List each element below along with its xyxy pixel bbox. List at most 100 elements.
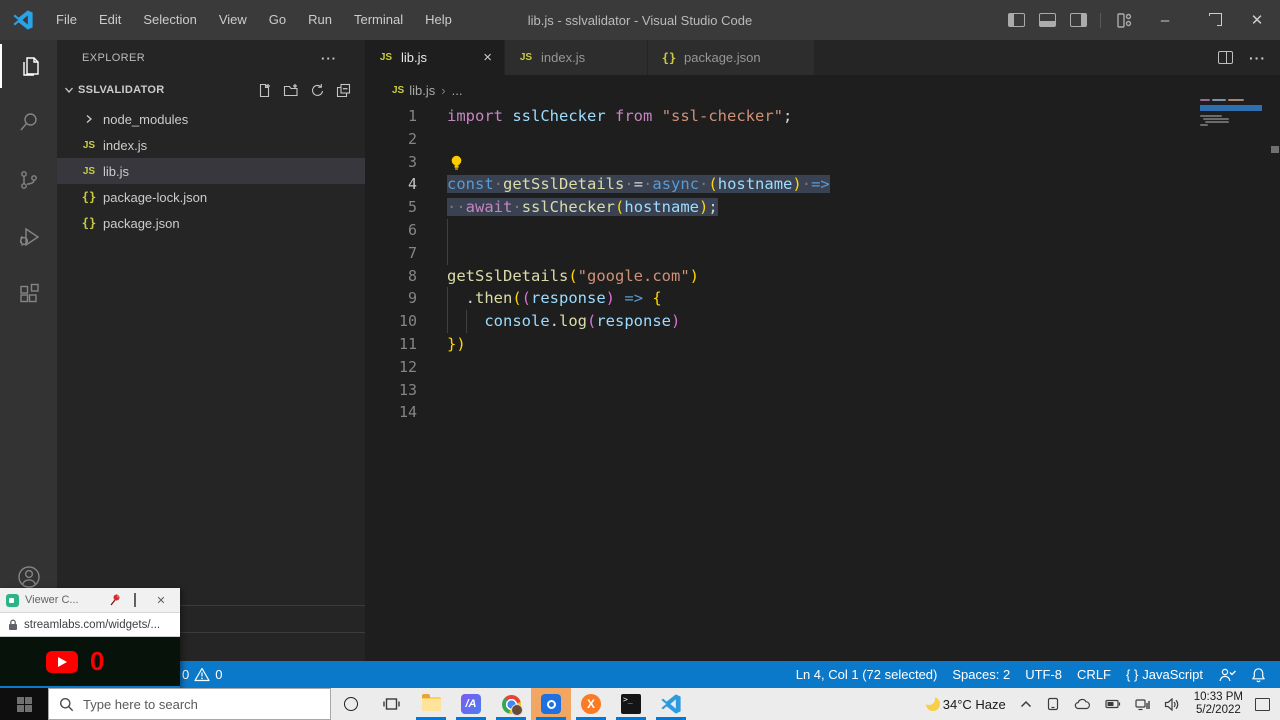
lightbulb-icon[interactable] [450,155,463,171]
cursor-position[interactable]: Ln 4, Col 1 (72 selected) [796,667,938,682]
refresh-icon[interactable] [310,83,325,98]
tab-label: package.json [684,50,761,65]
code-line[interactable]: 8getSslDetails("google.com") [365,265,1280,288]
file-label: package-lock.json [103,190,207,205]
new-folder-icon[interactable] [283,83,299,98]
viewer-close-icon[interactable]: ✕ [148,594,174,607]
warning-count[interactable]: 0 [215,667,222,682]
customize-layout-icon[interactable] [1117,13,1132,28]
menu-view[interactable]: View [208,0,258,40]
viewer-restore-icon[interactable] [122,594,148,606]
taskbar-chrome[interactable] [491,688,531,720]
code-line[interactable]: 5··await·sslChecker(hostname); [365,196,1280,219]
split-editor-icon[interactable] [1218,51,1233,64]
toggle-secondary-sidebar-icon[interactable] [1070,13,1087,27]
activity-search[interactable] [0,100,57,144]
taskbar-streamlabs[interactable] [531,688,571,720]
tray-network-button[interactable] [1128,688,1157,720]
start-button[interactable] [0,688,48,720]
minimap[interactable] [1200,98,1262,178]
indent-guide [447,219,448,242]
minimize-button[interactable]: – [1142,0,1188,40]
viewer-address-bar[interactable]: streamlabs.com/widgets/... [0,612,180,637]
streamlabs-icon [541,694,561,714]
indentation[interactable]: Spaces: 2 [952,667,1010,682]
xampp-icon: X [581,694,601,714]
tree-item-node-modules[interactable]: node_modules [57,106,365,132]
code-line[interactable]: 12 [365,356,1280,379]
line-number: 10 [365,310,447,333]
code-line[interactable]: 13 [365,379,1280,402]
breadcrumb-symbol[interactable]: ... [452,83,463,98]
restore-button[interactable] [1188,0,1234,40]
code-line[interactable]: 9 .then((response) => { [365,287,1280,310]
code-line[interactable]: 7 [365,242,1280,265]
tray-date: 5/2/2022 [1194,704,1243,717]
error-count[interactable]: 0 [182,667,189,682]
close-button[interactable]: ✕ [1234,0,1280,40]
code-line[interactable]: 10 console.log(response) [365,310,1280,333]
activity-run-debug[interactable] [0,215,57,259]
language-mode[interactable]: { }JavaScript [1126,667,1203,682]
menu-run[interactable]: Run [297,0,343,40]
code-line[interactable]: 11}) [365,333,1280,356]
tree-item-package-json[interactable]: {} package.json [57,210,365,236]
tab-bar: JS lib.js × JS index.js {} package.json … [365,40,1280,75]
action-center-icon[interactable] [1255,698,1270,711]
pin-icon[interactable] [108,593,122,607]
collapse-folders-icon[interactable] [336,83,351,98]
taskbar-search[interactable]: Type here to search [48,688,331,720]
menu-selection[interactable]: Selection [132,0,207,40]
taskbar-vscode[interactable] [651,688,691,720]
code-line[interactable]: 4const·getSslDetails·=·async·(hostname)·… [365,173,1280,196]
viewer-title-bar[interactable]: Viewer C... ✕ [0,588,180,612]
tab-package-json[interactable]: {} package.json [648,40,815,75]
cortana-button[interactable] [331,688,371,720]
new-file-icon[interactable] [257,83,272,98]
menu-file[interactable]: File [45,0,88,40]
task-view-button[interactable] [371,688,411,720]
tray-volume-button[interactable] [1157,688,1186,720]
search-placeholder: Type here to search [83,697,198,712]
menu-terminal[interactable]: Terminal [343,0,414,40]
close-tab-icon[interactable]: × [469,49,492,66]
tree-item-package-lock-json[interactable]: {} package-lock.json [57,184,365,210]
tab-index-js[interactable]: JS index.js [505,40,648,75]
tree-item-index-js[interactable]: JS index.js [57,132,365,158]
notifications-bell-icon[interactable] [1251,667,1266,683]
eol-sequence[interactable]: CRLF [1077,667,1111,682]
taskbar-xampp[interactable]: X [571,688,611,720]
menu-go[interactable]: Go [258,0,297,40]
taskbar-file-explorer[interactable] [411,688,451,720]
feedback-icon[interactable] [1218,667,1236,683]
code-line[interactable]: 3 [365,151,1280,174]
code-line[interactable]: 2 [365,128,1280,151]
line-number: 6 [365,219,447,242]
menu-edit[interactable]: Edit [88,0,132,40]
explorer-more-actions-icon[interactable]: ··· [321,51,337,66]
workspace-section-header[interactable]: SSLVALIDATOR [57,78,365,102]
tree-item-lib-js[interactable]: JS lib.js [57,158,365,184]
weather-widget[interactable]: 34°C Haze [918,688,1013,720]
code-line[interactable]: 1import sslChecker from "ssl-checker"; [365,105,1280,128]
activity-explorer[interactable] [0,44,57,88]
tray-device-button[interactable] [1039,688,1067,720]
selection-highlight: ··await·sslChecker(hostname); [447,198,718,216]
taskbar-slash-a-app[interactable]: /A [451,688,491,720]
menu-help[interactable]: Help [414,0,463,40]
taskbar-command-prompt[interactable]: >_ [611,688,651,720]
tab-lib-js[interactable]: JS lib.js × [365,40,505,75]
editor-more-actions-icon[interactable]: ··· [1249,50,1266,66]
toggle-sidebar-icon[interactable] [1008,13,1025,27]
toggle-panel-icon[interactable] [1039,13,1056,27]
activity-source-control[interactable] [0,158,57,202]
tray-onedrive-button[interactable] [1067,688,1098,720]
code-line[interactable]: 6 [365,219,1280,242]
encoding[interactable]: UTF-8 [1025,667,1062,682]
tray-battery-button[interactable] [1098,688,1128,720]
activity-extensions[interactable] [0,273,57,317]
breadcrumb-file[interactable]: lib.js [409,83,435,98]
tray-expand-button[interactable] [1013,688,1039,720]
tray-clock[interactable]: 10:33 PM 5/2/2022 [1186,691,1251,717]
code-line[interactable]: 14 [365,401,1280,424]
